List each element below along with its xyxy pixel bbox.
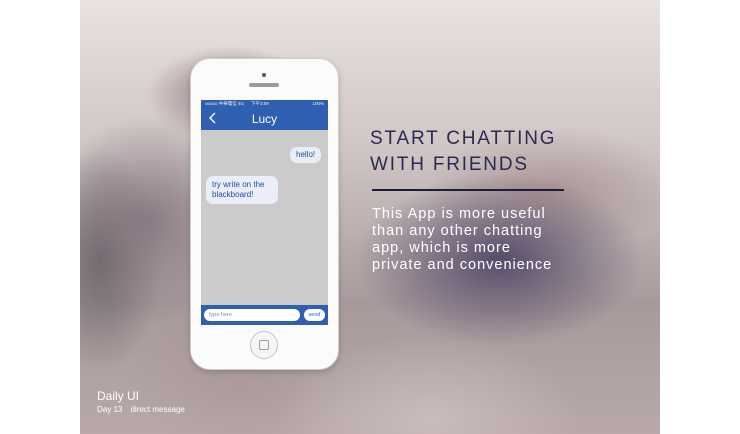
message-received: try write on the blackboard! [206, 176, 278, 204]
footer-topic: direct message [130, 405, 185, 414]
footer-title: Daily UI [97, 389, 140, 403]
phone-mockup: ooooo 中華電信 4G 下午3:09 100% Lucy hello! tr… [190, 58, 339, 370]
hero-background: ooooo 中華電信 4G 下午3:09 100% Lucy hello! tr… [80, 0, 660, 434]
speaker-slot [249, 83, 279, 87]
footer-subtitle: Day 13 direct message [97, 405, 191, 414]
composer-bar: send [201, 305, 328, 325]
camera-dot [262, 73, 266, 77]
footer-day: Day 13 [97, 405, 123, 414]
headline-line-1: START CHATTING [370, 128, 557, 149]
message-input[interactable] [204, 309, 300, 321]
phone-screen: ooooo 中華電信 4G 下午3:09 100% Lucy hello! tr… [201, 100, 328, 325]
chevron-left-icon[interactable] [206, 111, 220, 125]
message-sent: hello! [290, 147, 322, 163]
send-button[interactable]: send [304, 309, 325, 321]
chat-title: Lucy [251, 112, 278, 126]
battery-label: 100% [312, 101, 324, 106]
status-bar: ooooo 中華電信 4G 下午3:09 100% [201, 100, 328, 108]
description: This App is more useful than any other c… [372, 206, 592, 274]
home-button-icon[interactable] [250, 331, 278, 359]
description-line: This App is more useful [372, 206, 546, 222]
chat-header: Lucy [201, 108, 328, 130]
headline: START CHATTING WITH FRIENDS [370, 126, 556, 178]
headline-line-2: WITH FRIENDS [370, 154, 529, 175]
description-line: app, which is more [372, 240, 511, 256]
description-line: than any other chatting [372, 223, 543, 239]
description-line: private and convenience [372, 257, 553, 273]
status-time: 下午3:09 [251, 101, 269, 106]
divider [372, 189, 564, 191]
carrier-label: ooooo 中華電信 4G [205, 101, 245, 106]
